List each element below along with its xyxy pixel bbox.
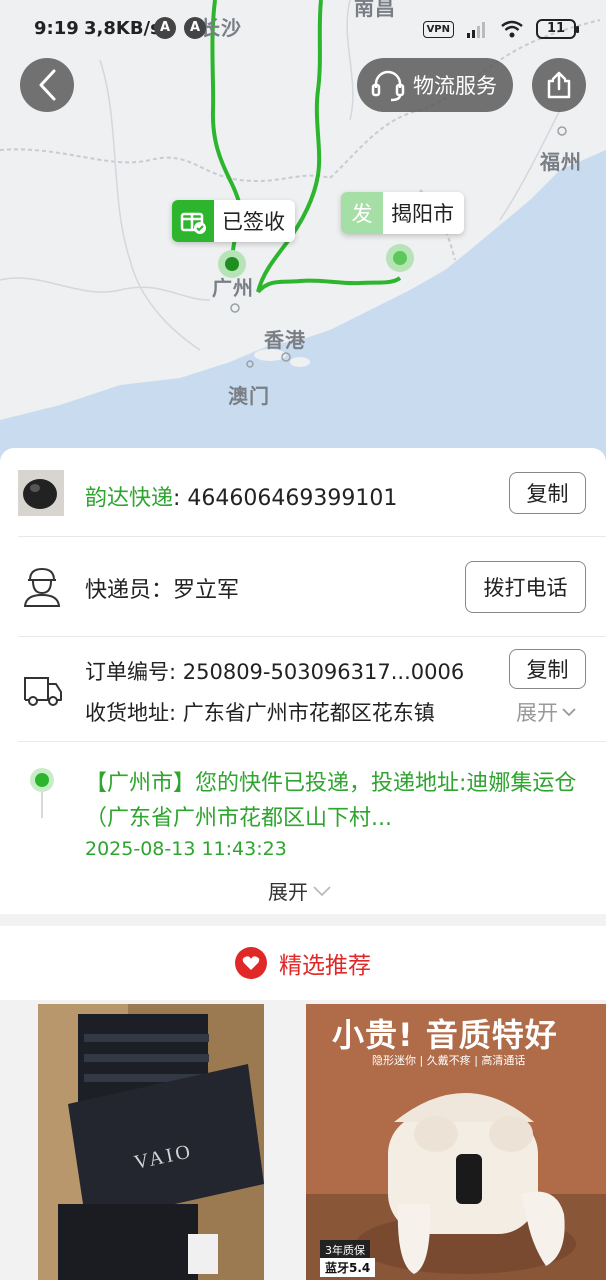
map-label-macau: 澳门: [228, 384, 270, 408]
package-signed-icon: [172, 200, 214, 242]
warranty-badge: 3年质保: [320, 1240, 370, 1260]
logistics-detail-page: 长沙 南昌 福州 广州 香港 澳门 已签收 发 揭阳市 9:19 3,8KB/s…: [0, 0, 606, 1280]
call-courier-button[interactable]: 拨打电话: [465, 561, 586, 613]
logistics-service-button[interactable]: 物流服务: [357, 58, 513, 112]
map-label-hongkong: 香港: [264, 328, 306, 352]
vpn-badge: VPN: [422, 20, 454, 38]
timeline-dot-icon: [30, 768, 54, 792]
product-card-earbuds[interactable]: 小贵! 音质特好 隐形迷你 | 久戴不疼 | 高清通话 3年质保 蓝牙5.4: [306, 1004, 606, 1280]
latest-tracking-time: 2025-08-13 11:43:23: [85, 838, 287, 860]
status-bar: 9:19 3,8KB/s A A VPN 11: [0, 0, 606, 58]
share-icon: [547, 71, 571, 99]
timeline-line: [41, 792, 43, 818]
recommend-title: 精选推荐: [279, 953, 371, 979]
address-expand-link[interactable]: 展开: [516, 697, 576, 727]
latest-tracking-event: 【广州市】您的快件已投递，投递地址:迪娜集运仓（广东省广州市花都区山下村...: [85, 771, 577, 831]
heart-icon: [235, 947, 267, 979]
divider: [18, 536, 606, 537]
product-image-laptop: [38, 1004, 264, 1280]
chevron-left-icon: [39, 69, 56, 101]
back-button[interactable]: [20, 58, 74, 112]
status-right-group: VPN 11: [422, 16, 579, 42]
recommend-header: 精选推荐: [0, 926, 606, 1000]
signal-icon: [467, 22, 485, 38]
signed-tag-label: 已签收: [222, 210, 285, 234]
address-expand-label: 展开: [516, 701, 558, 725]
headset-icon: [371, 70, 405, 102]
carrier-tracking-line: 韵达快递: 464606469399101: [85, 480, 397, 512]
timeline-expand-label: 展开: [268, 880, 308, 904]
order-number: 订单编号: 250809-503096317...0006: [85, 660, 465, 684]
origin-marker-tag[interactable]: 发 揭阳市: [341, 192, 464, 234]
divider: [18, 741, 606, 742]
copy-order-button[interactable]: 复制: [509, 649, 586, 689]
app-notification-icon-2: A: [184, 17, 206, 39]
courier-name: 快递员：罗立军: [85, 578, 240, 603]
app-notification-icon: A: [154, 17, 176, 39]
truck-icon: [24, 677, 62, 706]
courier-icon: [23, 567, 61, 607]
carrier-name: 韵达快递: [85, 486, 174, 511]
tracking-number: : 464606469399101: [173, 486, 398, 511]
signed-marker-tag[interactable]: 已签收: [172, 200, 295, 242]
copy-tracking-button[interactable]: 复制: [509, 472, 586, 514]
chevron-down-icon: [562, 708, 576, 717]
timeline-expand-link[interactable]: 展开: [268, 876, 332, 905]
status-time: 9:19: [34, 18, 79, 39]
status-net-speed: 3,8KB/s: [84, 18, 161, 39]
map-label-fuzhou: 福州: [540, 150, 582, 174]
route-map[interactable]: 长沙 南昌 福州 广州 香港 澳门 已签收 发 揭阳市 9:19 3,8KB/s…: [0, 0, 606, 470]
origin-pin: [386, 244, 414, 272]
destination-pin: [218, 250, 246, 278]
share-button[interactable]: [532, 58, 586, 112]
earbuds-subline: 隐形迷你 | 久戴不疼 | 高清通话: [372, 1054, 526, 1067]
wifi-icon: [501, 20, 523, 38]
map-background: [0, 0, 606, 470]
battery-icon: 11: [536, 19, 579, 39]
product-card-laptop[interactable]: VAIO: [38, 1004, 264, 1280]
divider: [18, 636, 606, 637]
bluetooth-badge: 蓝牙5.4: [320, 1258, 376, 1277]
product-thumbnail[interactable]: [18, 470, 64, 516]
shipment-card: 韵达快递: 464606469399101 复制 快递员：罗立军 拨打电话 订单…: [0, 448, 606, 914]
delivery-address: 收货地址: 广东省广州市花都区花东镇: [85, 701, 435, 725]
logistics-service-label: 物流服务: [413, 74, 497, 98]
origin-fa-badge: 发: [341, 192, 383, 234]
chevron-down-icon: [313, 885, 331, 896]
origin-city-label: 揭阳市: [391, 202, 454, 226]
earbuds-headline: 小贵! 音质特好: [332, 1016, 558, 1054]
